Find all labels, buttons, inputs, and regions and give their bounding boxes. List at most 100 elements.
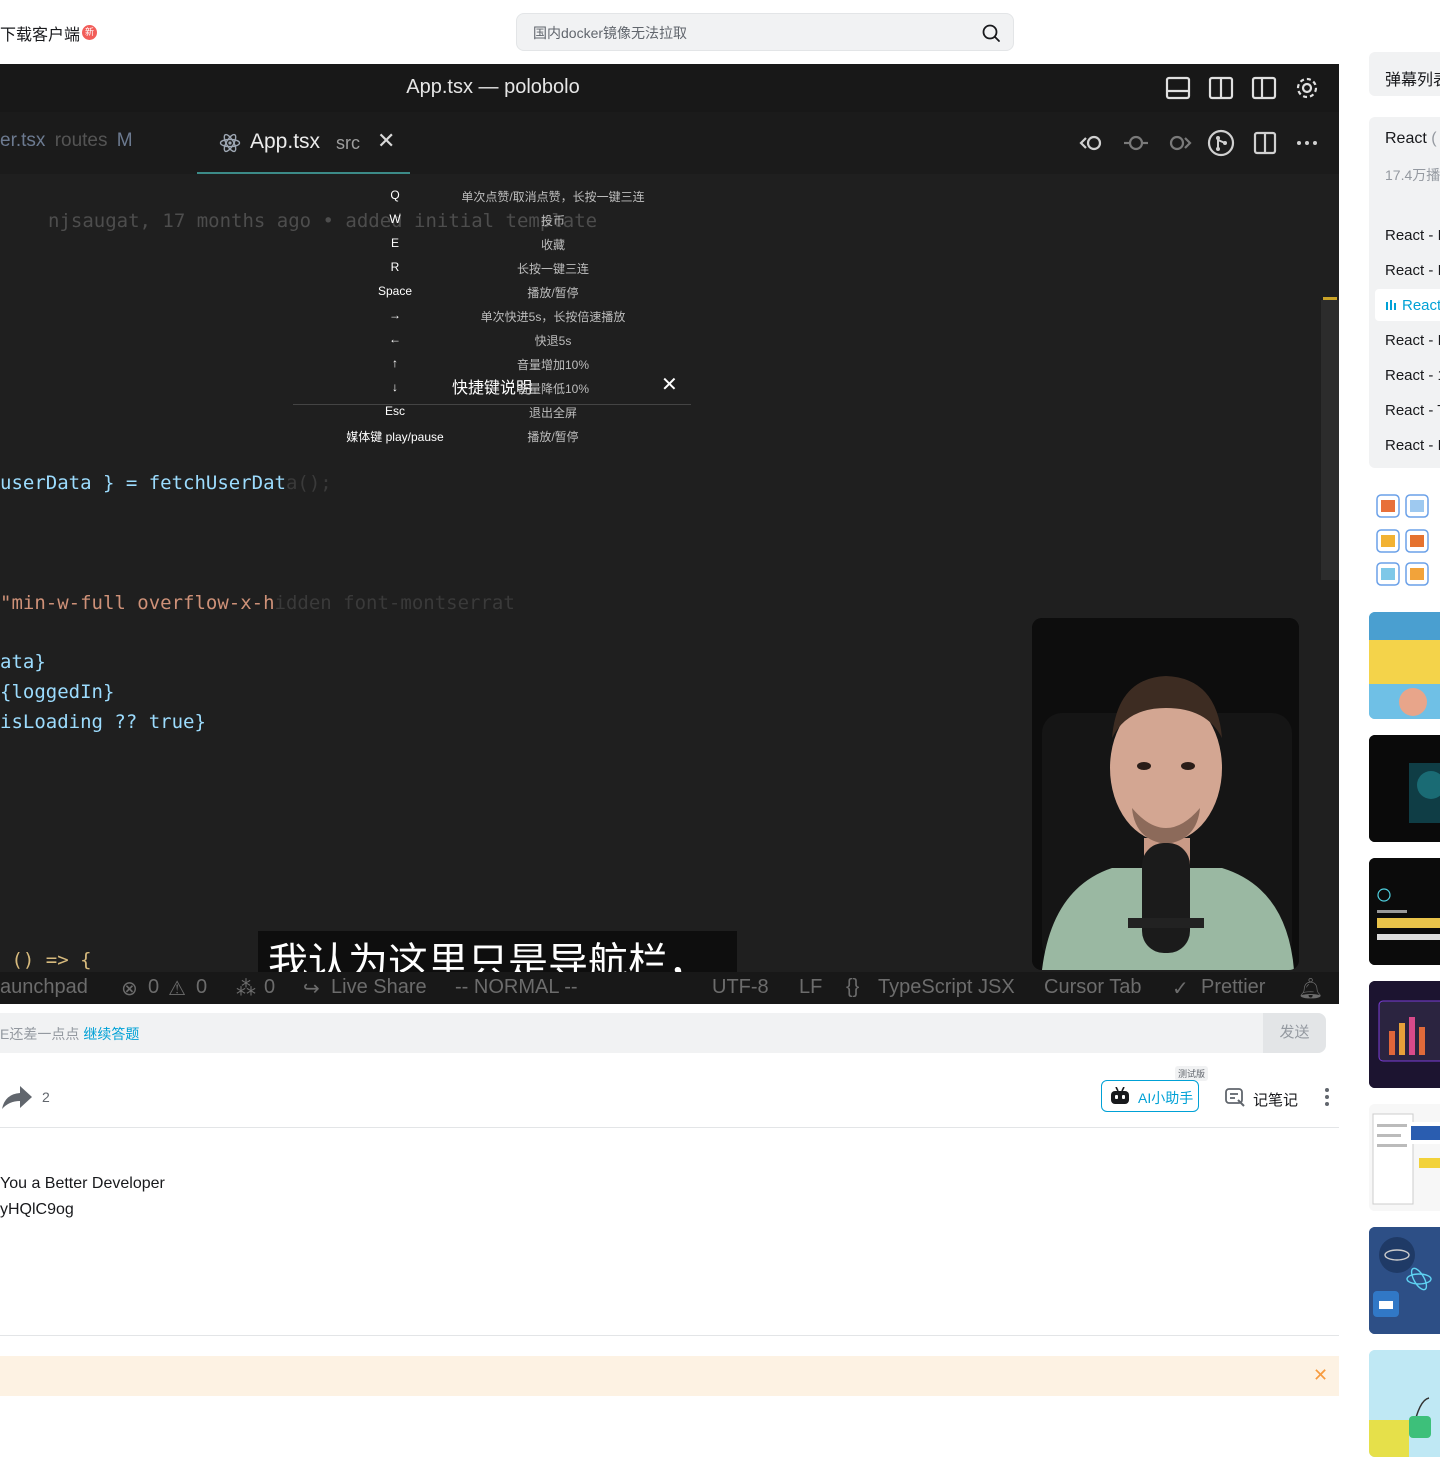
thumbnail-image	[1369, 1227, 1440, 1334]
go-back-icon	[1079, 135, 1102, 151]
take-notes-button[interactable]: 记笔记	[1253, 1089, 1298, 1110]
playlist-item[interactable]: React - I	[1385, 437, 1440, 454]
code-line: ata}	[0, 651, 46, 673]
recommended-video-thumbnail[interactable]	[1369, 1350, 1440, 1457]
close-icon[interactable]: ✕	[1313, 1365, 1328, 1386]
playlist-title: React (	[1385, 130, 1437, 148]
tab-active: App.tsx src ✕	[197, 112, 410, 174]
new-badge: 新	[82, 25, 97, 40]
more-actions-icon	[1297, 141, 1317, 145]
playlist-item-active[interactable]: React	[1402, 297, 1440, 314]
tab-previous-path: routes	[54, 130, 108, 151]
code-line-text: userData } = fetchUserDat	[0, 472, 286, 494]
split-editor-icon	[1253, 131, 1277, 155]
recommended-video-thumbnail[interactable]	[1369, 1104, 1440, 1211]
code-line: {loggedIn}	[0, 681, 115, 703]
webcam-overlay	[1032, 618, 1299, 970]
divider	[0, 1127, 1339, 1128]
recommended-video-thumbnail[interactable]	[1369, 1227, 1440, 1334]
gear-icon	[1296, 77, 1318, 99]
status-eol: LF	[799, 976, 823, 998]
recommended-video-thumbnail[interactable]	[1369, 735, 1440, 842]
playlist-views: 17.4万播	[1385, 167, 1440, 183]
tab-previous-name: er.tsx	[0, 130, 46, 151]
react-icon	[219, 133, 241, 153]
status-warnings: 0	[196, 976, 208, 998]
video-player[interactable]: App.tsx — polobolo er.tsx routes M App.t…	[0, 64, 1339, 1004]
ai-assistant-button[interactable]: AI小助手	[1101, 1080, 1199, 1112]
shortcut-description: 长按一键三连	[516, 262, 589, 276]
video-description-line: yHQlC9og	[0, 1201, 74, 1218]
tab-previous: er.tsx routes M	[0, 130, 133, 152]
status-cursor-tab: Cursor Tab	[1044, 976, 1142, 998]
share-icon[interactable]	[0, 1082, 34, 1112]
playlist-item[interactable]: React - I	[1385, 262, 1440, 279]
tab-active-name: App.tsx	[250, 130, 321, 153]
warning-icon: ⚠	[168, 978, 186, 1000]
more-icon[interactable]	[1318, 1086, 1336, 1108]
tab-active-path: src	[336, 133, 360, 153]
status-language: TypeScript JSX	[878, 976, 1015, 998]
divider	[0, 1335, 1339, 1336]
danmaku-list-header[interactable]: 弹幕列表	[1369, 52, 1440, 96]
thumbnail-image	[1369, 981, 1440, 1088]
scrollbar-marker	[1323, 297, 1337, 300]
danmaku-prompt: E还差一点点	[0, 1026, 80, 1042]
playlist-item[interactable]: React - 1	[1385, 367, 1440, 384]
check-icon: ✓	[1172, 978, 1189, 1000]
download-client-link[interactable]: 下载客户端	[0, 21, 80, 45]
thumbnail-image	[1369, 735, 1440, 842]
playlist-item[interactable]: React - T	[1385, 402, 1440, 419]
editor-titlebar: App.tsx — polobolo	[0, 64, 1339, 112]
shortcut-description: 播放/暂停	[527, 286, 579, 300]
ports-icon: ⁂	[236, 978, 256, 1000]
danmaku-list-label: 弹幕列表	[1385, 72, 1440, 89]
shortcut-description: 音量增加10%	[516, 358, 590, 372]
presenter-image	[1032, 618, 1299, 970]
shortcut-description: 单次快进5s，长按倍速播放	[480, 310, 626, 324]
recommended-video-thumbnail[interactable]	[1369, 612, 1440, 719]
status-launchpad: aunchpad	[0, 976, 88, 998]
shortcut-description: 投币	[540, 214, 565, 228]
recommended-video-thumbnail[interactable]	[1369, 858, 1440, 965]
playlist-title-extra: (	[1431, 130, 1437, 147]
braces-icon: {}	[846, 976, 860, 998]
source-control-icon	[1207, 129, 1235, 157]
code-line: userData } = fetchUserData();	[0, 472, 332, 494]
code-line: isLoading ?? true}	[0, 711, 206, 733]
note-icon[interactable]	[1224, 1086, 1246, 1108]
recommended-video-thumbnail[interactable]	[1369, 981, 1440, 1088]
status-encoding: UTF-8	[712, 976, 769, 998]
error-icon: ⊗	[121, 978, 138, 1000]
playlist-title-text: React	[1385, 130, 1427, 147]
playlist-item[interactable]: React - I	[1385, 332, 1440, 349]
status-prettier: Prettier	[1201, 976, 1266, 998]
window-title: App.tsx — polobolo	[406, 76, 580, 98]
send-button[interactable]: 发送	[1263, 1013, 1326, 1053]
shortcut-description: 播放/暂停	[527, 430, 579, 444]
notice-banner: ✕	[0, 1356, 1339, 1396]
recommended-video-thumbnail[interactable]	[1369, 490, 1440, 597]
ai-robot-icon	[1111, 1087, 1129, 1104]
status-errors: 0	[148, 976, 160, 998]
thumbnail-image	[1369, 1104, 1440, 1211]
editor-scrollbar	[1321, 300, 1339, 580]
playlist-panel: React ( 17.4万播 React - I React - I React Re…	[1369, 117, 1440, 468]
top-header: 下载客户端 新	[0, 0, 1440, 64]
playlist-item[interactable]: React - I	[1385, 227, 1440, 244]
close-icon: ✕	[377, 128, 396, 153]
thumbnail-image	[1369, 858, 1440, 965]
code-line: () => {	[0, 949, 92, 971]
thumbnail-image	[1369, 612, 1440, 719]
share-count: 2	[42, 1089, 50, 1105]
continue-quiz-link[interactable]: 继续答题	[83, 1026, 139, 1042]
search-icon[interactable]	[981, 23, 1001, 43]
thumbnail-image	[1369, 1350, 1440, 1457]
danmaku-bar: E还差一点点 继续答题 发送	[0, 1013, 1326, 1053]
tab-previous-status: M	[116, 130, 133, 151]
shortcut-description: 收藏	[540, 238, 565, 252]
ai-assistant-label: AI小助手	[1138, 1090, 1194, 1106]
live-share-icon: ↪	[303, 978, 320, 1000]
search-input[interactable]	[531, 14, 965, 52]
video-description-line: You a Better Developer	[0, 1175, 165, 1192]
